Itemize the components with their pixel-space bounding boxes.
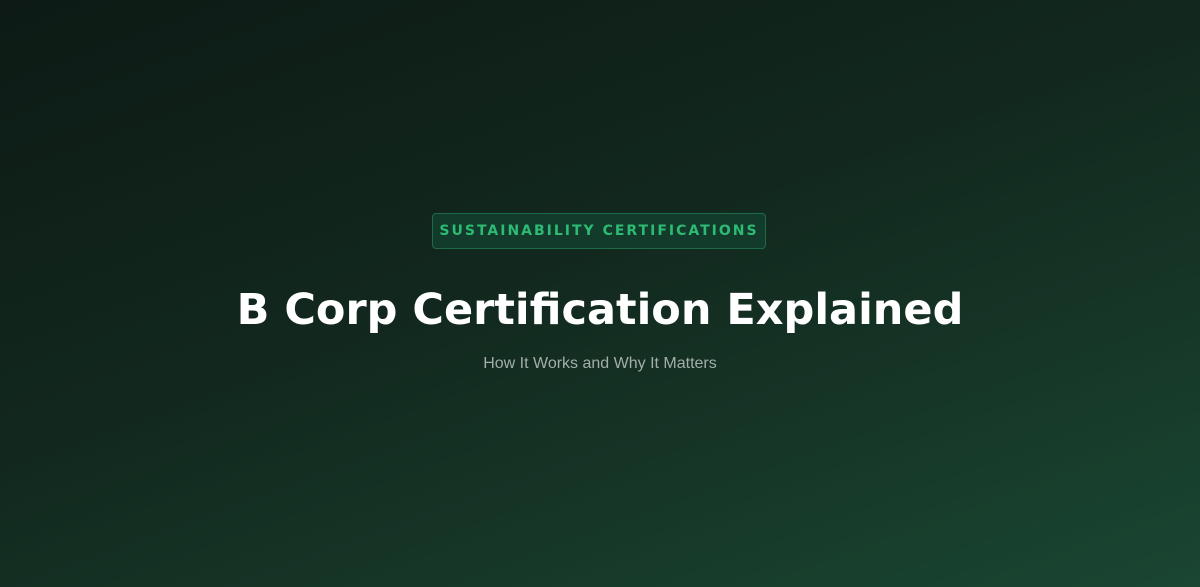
category-badge: SUSTAINABILITY CERTIFICATIONS [432, 213, 766, 249]
page-subtitle: How It Works and Why It Matters [483, 355, 717, 372]
page-title: B Corp Certification Explained [236, 285, 964, 335]
hero-section: SUSTAINABILITY CERTIFICATIONS B Corp Cer… [0, 0, 1200, 587]
